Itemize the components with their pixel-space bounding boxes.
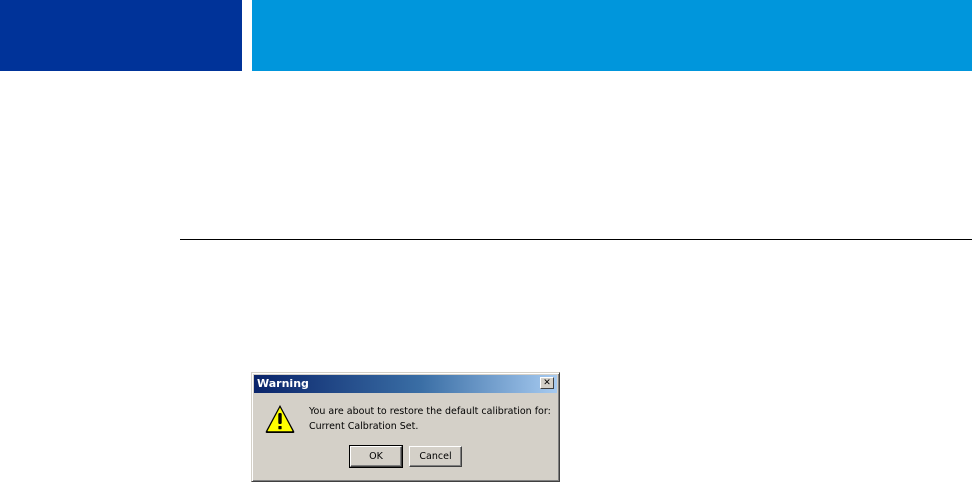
close-button[interactable]: ✕ — [540, 377, 554, 389]
warning-dialog: Warning ✕ You are about to restore the d… — [251, 372, 560, 482]
message-line-1: You are about to restore the default cal… — [309, 406, 551, 417]
cancel-button[interactable]: Cancel — [409, 446, 462, 467]
dialog-title: Warning — [257, 377, 309, 390]
header-band-dark — [0, 0, 242, 71]
header-band-light — [252, 0, 972, 71]
warning-icon — [265, 405, 295, 433]
message-line-2: Current Calbration Set. — [309, 421, 419, 432]
close-icon: ✕ — [543, 377, 551, 388]
dialog-message: You are about to restore the default cal… — [309, 404, 551, 434]
dialog-titlebar[interactable]: Warning ✕ — [254, 375, 557, 393]
horizontal-rule — [180, 239, 972, 240]
ok-button[interactable]: OK — [349, 445, 403, 468]
